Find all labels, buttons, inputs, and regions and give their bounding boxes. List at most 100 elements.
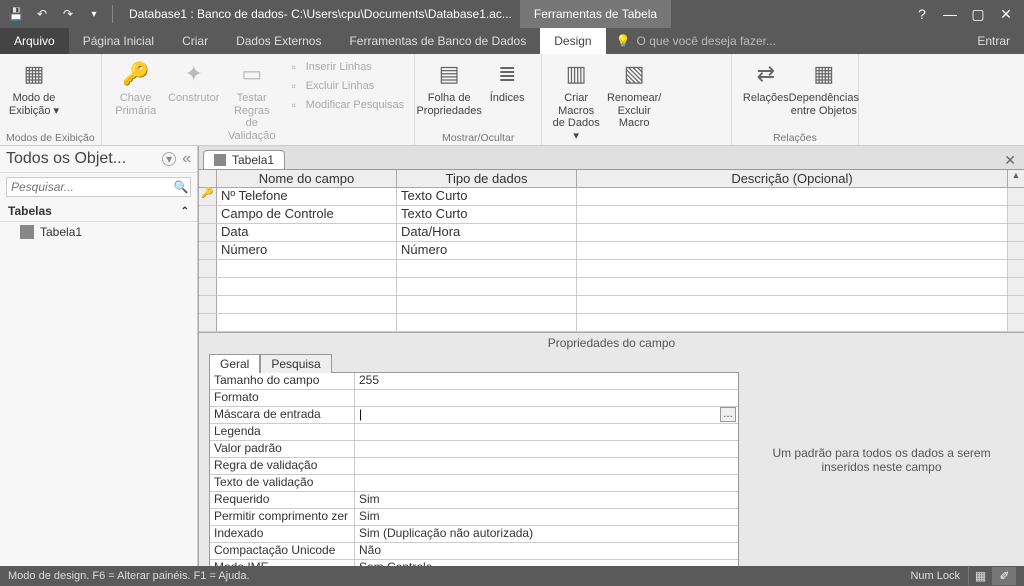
ribbon-button[interactable]: ⇄Relações <box>738 56 794 107</box>
scrollbar-track[interactable] <box>1008 260 1024 277</box>
field-type-cell[interactable]: Texto Curto <box>397 188 577 205</box>
property-tab[interactable]: Pesquisa <box>260 354 331 373</box>
property-value[interactable]: Sim <box>355 509 738 525</box>
collapse-icon[interactable]: ⌃ <box>181 206 189 217</box>
property-row[interactable]: Formato <box>210 390 738 407</box>
field-type-cell[interactable]: Número <box>397 242 577 259</box>
property-value[interactable]: Sim (Duplicação não autorizada) <box>355 526 738 542</box>
scrollbar-track[interactable] <box>1008 242 1024 259</box>
field-row[interactable] <box>199 260 1024 278</box>
field-name-cell[interactable] <box>217 278 397 295</box>
field-type-cell[interactable] <box>397 296 577 313</box>
field-type-cell[interactable] <box>397 314 577 331</box>
row-selector[interactable] <box>199 296 217 313</box>
navpane-item[interactable]: Tabela1 <box>0 222 197 242</box>
field-row[interactable] <box>199 314 1024 332</box>
field-row[interactable] <box>199 278 1024 296</box>
qat-customize-icon[interactable]: ▾ <box>82 3 106 25</box>
col-header-name[interactable]: Nome do campo <box>217 170 397 187</box>
field-name-cell[interactable] <box>217 296 397 313</box>
field-row[interactable] <box>199 296 1024 314</box>
dropdown-icon[interactable]: ▾ <box>162 152 176 166</box>
property-row[interactable]: Regra de validação <box>210 458 738 475</box>
minimize-icon[interactable]: — <box>936 3 964 25</box>
ribbon-button[interactable]: ▦Dependênciasentre Objetos <box>796 56 852 119</box>
ribbon-tab[interactable]: Design <box>540 28 605 54</box>
restore-icon[interactable]: ▢ <box>964 3 992 25</box>
field-type-cell[interactable]: Data/Hora <box>397 224 577 241</box>
property-value[interactable] <box>355 424 738 440</box>
close-tab-icon[interactable]: ✕ <box>996 152 1024 169</box>
ribbon-button[interactable]: ▦Modo deExibição ▾ <box>6 56 62 119</box>
row-selector[interactable] <box>199 224 217 241</box>
property-row[interactable]: RequeridoSim <box>210 492 738 509</box>
document-tab[interactable]: Tabela1 <box>203 150 285 169</box>
property-value[interactable]: |… <box>355 407 738 423</box>
property-value[interactable] <box>355 458 738 474</box>
field-desc-cell[interactable] <box>577 188 1008 205</box>
field-desc-cell[interactable] <box>577 296 1008 313</box>
property-value[interactable]: Sim <box>355 492 738 508</box>
property-row[interactable]: IndexadoSim (Duplicação não autorizada) <box>210 526 738 543</box>
field-type-cell[interactable] <box>397 278 577 295</box>
search-input[interactable] <box>7 178 172 196</box>
row-selector[interactable] <box>199 260 217 277</box>
field-row[interactable]: 🔑Nº TelefoneTexto Curto <box>199 188 1024 206</box>
close-icon[interactable]: ✕ <box>992 3 1020 25</box>
field-desc-cell[interactable] <box>577 260 1008 277</box>
property-row[interactable]: Legenda <box>210 424 738 441</box>
property-row[interactable]: Modo IMESem Controle <box>210 560 738 566</box>
property-value[interactable] <box>355 475 738 491</box>
ribbon-button[interactable]: ▥Criar Macrosde Dados ▾ <box>548 56 604 145</box>
property-row[interactable]: Valor padrão <box>210 441 738 458</box>
row-selector[interactable] <box>199 206 217 223</box>
ribbon-tab[interactable]: Criar <box>168 28 222 54</box>
property-row[interactable]: Compactação UnicodeNão <box>210 543 738 560</box>
row-selector[interactable] <box>199 278 217 295</box>
property-row[interactable]: Máscara de entrada|… <box>210 407 738 424</box>
scrollbar-track[interactable] <box>1008 224 1024 241</box>
property-value[interactable]: Não <box>355 543 738 559</box>
field-name-cell[interactable] <box>217 260 397 277</box>
property-value[interactable]: Sem Controle <box>355 560 738 566</box>
signin-link[interactable]: Entrar <box>963 28 1024 54</box>
property-row[interactable]: Tamanho do campo255 <box>210 373 738 390</box>
design-view-icon[interactable]: ✐ <box>992 567 1016 585</box>
navpane-search[interactable]: 🔍 <box>6 177 191 197</box>
ribbon-button[interactable]: ▧Renomear/Excluir Macro <box>606 56 662 132</box>
file-tab[interactable]: Arquivo <box>0 28 69 54</box>
undo-icon[interactable]: ↶ <box>30 3 54 25</box>
property-value[interactable] <box>355 441 738 457</box>
scrollbar-track[interactable] <box>1008 278 1024 295</box>
field-desc-cell[interactable] <box>577 224 1008 241</box>
field-desc-cell[interactable] <box>577 242 1008 259</box>
datasheet-view-icon[interactable]: ▦ <box>968 567 992 585</box>
field-desc-cell[interactable] <box>577 314 1008 331</box>
scrollbar-track[interactable] <box>1008 188 1024 205</box>
field-name-cell[interactable] <box>217 314 397 331</box>
property-tab[interactable]: Geral <box>209 354 260 373</box>
field-type-cell[interactable]: Texto Curto <box>397 206 577 223</box>
field-name-cell[interactable]: Número <box>217 242 397 259</box>
ribbon-tab[interactable]: Página Inicial <box>69 28 168 54</box>
search-icon[interactable]: 🔍 <box>172 180 190 194</box>
row-selector[interactable] <box>199 314 217 331</box>
navpane-header[interactable]: Todos os Objet... ▾ « <box>0 146 197 173</box>
save-icon[interactable]: 💾 <box>4 3 28 25</box>
property-row[interactable]: Texto de validação <box>210 475 738 492</box>
row-selector[interactable]: 🔑 <box>199 188 217 205</box>
ribbon-button[interactable]: ≣Índices <box>479 56 535 107</box>
field-desc-cell[interactable] <box>577 206 1008 223</box>
row-selector[interactable] <box>199 242 217 259</box>
field-desc-cell[interactable] <box>577 278 1008 295</box>
row-selector-header[interactable] <box>199 170 217 187</box>
property-value[interactable]: 255 <box>355 373 738 389</box>
field-name-cell[interactable]: Nº Telefone <box>217 188 397 205</box>
col-header-desc[interactable]: Descrição (Opcional) <box>577 170 1008 187</box>
scrollbar-track[interactable] <box>1008 296 1024 313</box>
ribbon-button[interactable]: ▤Folha dePropriedades <box>421 56 477 119</box>
field-row[interactable]: DataData/Hora <box>199 224 1024 242</box>
navpane-category[interactable]: Tabelas ⌃ <box>0 201 197 222</box>
property-value[interactable] <box>355 390 738 406</box>
col-header-type[interactable]: Tipo de dados <box>397 170 577 187</box>
